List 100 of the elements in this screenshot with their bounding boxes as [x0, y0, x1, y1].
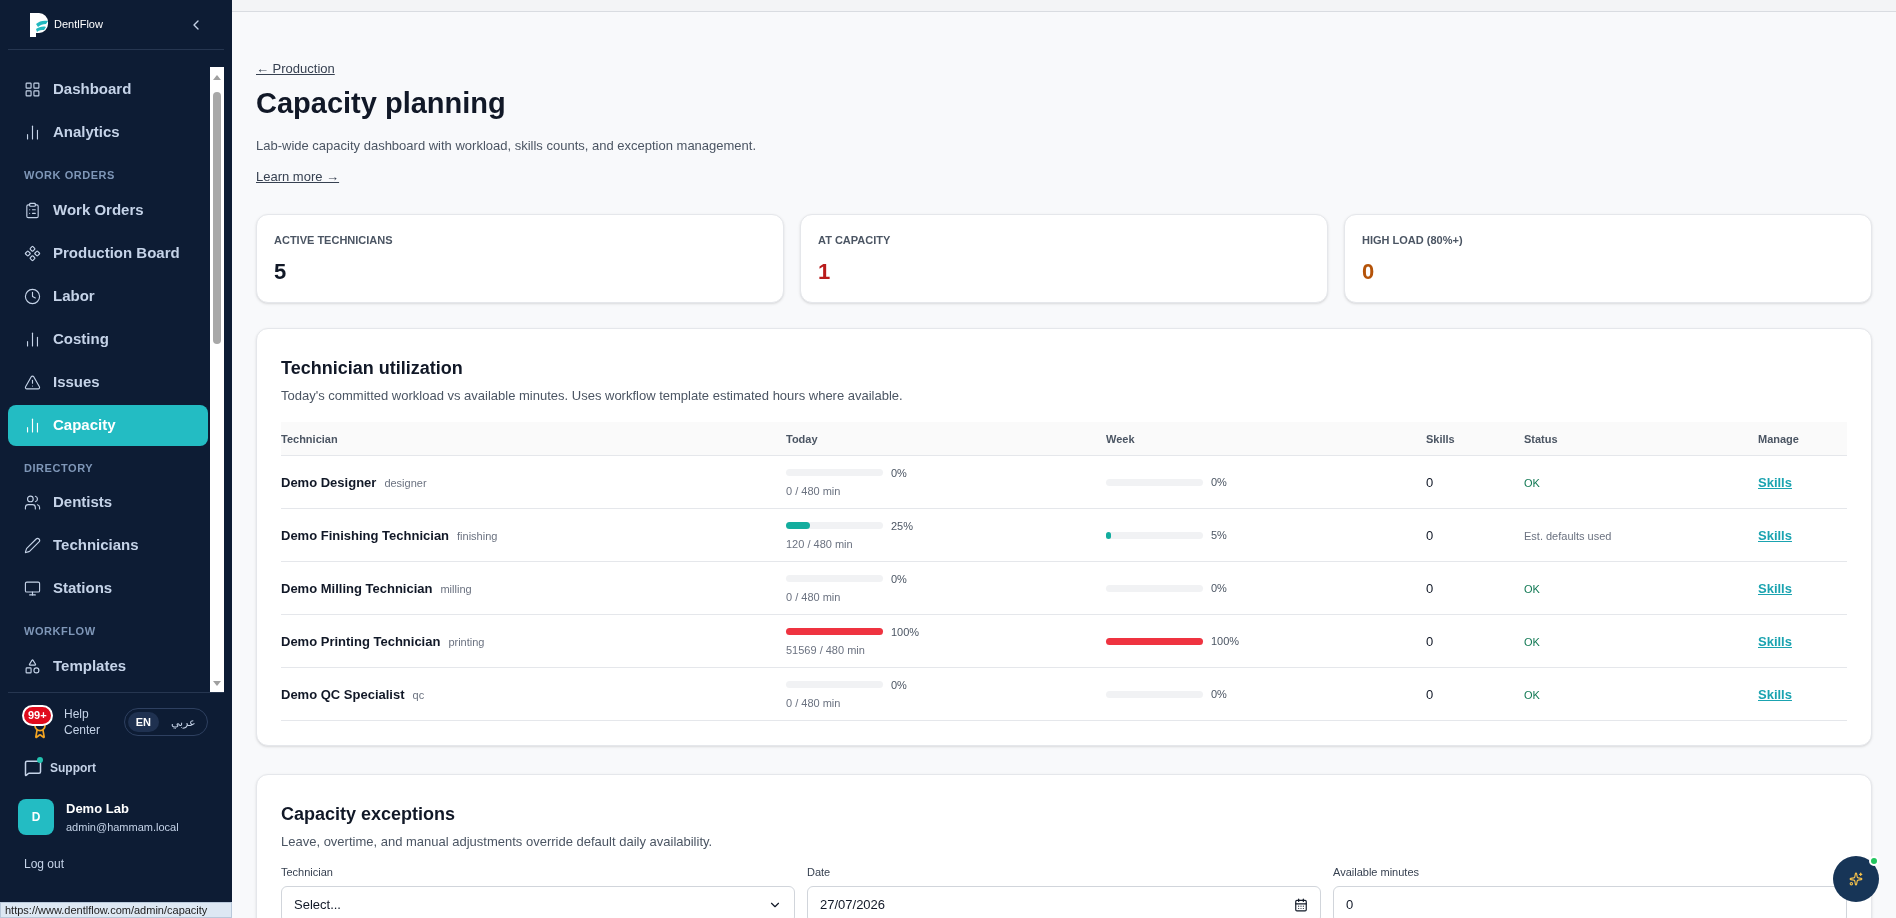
stat-label: HIGH LOAD (80%+): [1362, 233, 1464, 248]
column-header: Week: [1106, 433, 1135, 446]
calendar-icon: [1294, 897, 1308, 912]
warning-icon: [24, 373, 41, 391]
nav-item[interactable]: Work Orders: [8, 189, 208, 231]
status-text: Est. defaults used: [1524, 530, 1612, 542]
column-header: Skills: [1426, 433, 1455, 446]
nav-item[interactable]: Issues: [8, 361, 208, 403]
nav-section-heading: DIRECTORY: [23, 460, 95, 476]
nav-item[interactable]: Templates: [8, 645, 208, 687]
technician-name: Demo QC Specialist: [281, 687, 405, 702]
technician-role: designer: [384, 477, 427, 489]
skills-count: 0: [1426, 475, 1434, 490]
bar-chart-icon: [24, 416, 41, 434]
column-header: Today: [786, 433, 818, 446]
shapes-icon: [24, 657, 41, 675]
status-text: OK: [1524, 636, 1540, 648]
logout-link[interactable]: Log out: [0, 855, 232, 873]
stat-value: 5: [274, 257, 288, 286]
skills-count: 0: [1426, 528, 1434, 543]
user-name: Demo Lab: [66, 800, 130, 818]
nav-item[interactable]: Technicians: [8, 525, 208, 566]
technician-role: milling: [440, 583, 472, 595]
stat-label: ACTIVE TECHNICIANS: [274, 233, 394, 248]
grid-icon: [24, 81, 41, 98]
status-text: OK: [1524, 477, 1540, 489]
page-title: Capacity planning: [256, 86, 507, 121]
skills-count: 0: [1426, 581, 1434, 596]
learn-more-link[interactable]: Learn more →: [256, 167, 340, 187]
percent-text: 100%: [1211, 633, 1240, 649]
user-avatar: D: [18, 799, 54, 835]
technician-select[interactable]: Select...: [281, 886, 795, 918]
card-subtitle: Leave, overtime, and manual adjustments override default daily availability.: [281, 833, 714, 851]
card-subtitle: Today's committed workload vs available minutes. Uses workflow template estimated hours where available.: [281, 387, 904, 405]
nav-section-heading: WORK ORDERS: [23, 168, 116, 183]
logo-icon: [28, 11, 50, 38]
column-header: Manage: [1758, 433, 1799, 446]
technician-name: Demo Designer: [281, 475, 377, 490]
skills-count: 0: [1426, 687, 1434, 702]
stat-value: 1: [818, 257, 832, 286]
nav-item[interactable]: Costing: [8, 318, 208, 360]
scrollbar[interactable]: [210, 67, 224, 692]
nav-item[interactable]: Dentists: [8, 482, 208, 523]
status-text: OK: [1524, 689, 1540, 701]
percent-text: 0%: [1211, 580, 1227, 596]
pen-icon: [24, 537, 41, 554]
support-link[interactable]: Support: [50, 759, 96, 777]
card-title: Technician utilization: [281, 357, 464, 380]
minutes-text: 0 / 480 min: [786, 590, 842, 605]
user-email: admin@hammam.local: [66, 819, 179, 835]
percent-text: 0%: [1211, 474, 1227, 490]
notification-badge: 99+: [22, 705, 53, 726]
chat-icon[interactable]: [24, 759, 42, 777]
nav-item[interactable]: Dashboard: [8, 69, 208, 110]
page-subtitle: Lab-wide capacity dashboard with workload, skills counts, and exception management.: [256, 136, 758, 155]
users-icon: [24, 494, 41, 511]
back-link[interactable]: ← Production: [256, 61, 335, 76]
percent-text: 0%: [1211, 686, 1227, 702]
date-field[interactable]: 27/07/2026: [807, 886, 1321, 918]
nav-item[interactable]: Labor: [8, 275, 208, 317]
clipboard-icon: [24, 201, 41, 219]
field-label: Technician: [281, 864, 334, 880]
technician-role: finishing: [457, 530, 498, 542]
stat-label: AT CAPACITY: [818, 233, 892, 248]
minutes-text: 0 / 480 min: [786, 696, 842, 711]
help-center-link[interactable]: Help Center: [64, 706, 110, 738]
sparkle-icon: [1849, 872, 1863, 886]
percent-text: 25%: [891, 518, 914, 534]
nav-section-heading: WORKFLOW: [23, 624, 97, 639]
field-label: Available minutes: [1333, 864, 1420, 880]
column-header: Status: [1524, 433, 1558, 446]
field-label: Date: [807, 864, 832, 880]
minutes-text: 0 / 480 min: [786, 484, 842, 499]
language-option[interactable]: EN: [127, 711, 159, 733]
monitor-icon: [24, 580, 41, 597]
brand-name: DentlFlow: [54, 17, 103, 33]
bar-chart-icon: [24, 124, 41, 141]
nav-item[interactable]: Production Board: [8, 232, 208, 274]
minutes-text: 51569 / 480 min: [786, 643, 866, 658]
technician-name: Demo Printing Technician: [281, 634, 441, 649]
percent-text: 0%: [891, 465, 907, 481]
percent-text: 0%: [891, 677, 907, 693]
stat-value: 0: [1362, 257, 1376, 286]
card-title: Capacity exceptions: [281, 803, 457, 826]
percent-text: 0%: [891, 571, 907, 587]
nav-item[interactable]: Stations: [8, 568, 208, 609]
bar-chart-icon: [24, 330, 41, 348]
technician-role: qc: [412, 689, 425, 701]
clock-icon: [24, 287, 41, 305]
language-option[interactable]: عربي: [163, 711, 204, 733]
minutes-text: 120 / 480 min: [786, 537, 854, 552]
skills-count: 0: [1426, 634, 1434, 649]
technician-name: Demo Finishing Technician: [281, 528, 450, 543]
technician-role: printing: [448, 636, 485, 648]
status-text: OK: [1524, 583, 1540, 595]
column-header: Technician: [281, 433, 338, 446]
technician-name: Demo Milling Technician: [281, 581, 433, 596]
percent-text: 5%: [1211, 527, 1227, 543]
nav-item[interactable]: Analytics: [8, 112, 208, 153]
status-url: https://www.dentlflow.com/admin/capacity: [0, 902, 232, 918]
